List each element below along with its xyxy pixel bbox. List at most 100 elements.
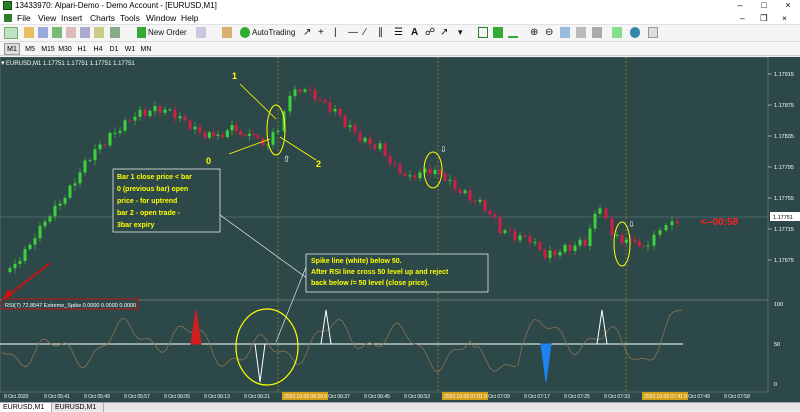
trendline-icon[interactable]: ∕	[364, 26, 366, 39]
timeframe-m15[interactable]: M15	[40, 43, 56, 55]
time-axis: 9 Oct 2020 9 Oct 05:41 9 Oct 05:49 9 Oct 05…	[4, 392, 750, 400]
time-tick-label: 2020.10.09 07:01	[444, 394, 483, 400]
candle-body	[458, 189, 462, 194]
new-chart-icon[interactable]	[4, 27, 18, 39]
candle-body	[323, 100, 327, 103]
profiles-icon[interactable]	[24, 27, 34, 38]
candle-body	[468, 190, 472, 201]
restore-icon[interactable]: –	[740, 13, 745, 23]
close-icon[interactable]: ×	[776, 0, 800, 12]
label-icon[interactable]: ☍	[425, 26, 435, 39]
chart-shift-icon[interactable]	[576, 27, 586, 38]
indicator-label: RSI(7) 72.8547 Extreme_Spike 0.0000 0.00…	[5, 303, 136, 309]
data-window-icon[interactable]	[52, 27, 62, 38]
close-chart-icon[interactable]: ×	[782, 13, 787, 23]
candlestick-icon[interactable]	[493, 27, 503, 38]
candle-body	[610, 218, 614, 235]
fibonacci-icon[interactable]: ☰	[394, 26, 403, 39]
timeframe-h1[interactable]: H1	[74, 43, 90, 55]
periods-icon[interactable]	[630, 27, 640, 38]
tile-windows-icon[interactable]	[560, 27, 570, 38]
candle-body	[353, 125, 357, 133]
new-order-button[interactable]: New Order	[148, 26, 187, 39]
templates-icon[interactable]	[648, 27, 658, 38]
candle-body	[138, 109, 142, 117]
text-icon[interactable]: A	[411, 26, 418, 39]
candle-body	[568, 244, 572, 251]
candle-body	[293, 89, 297, 96]
note1-line: price - for uptrend	[117, 198, 177, 205]
spike-mark	[540, 343, 552, 383]
arrows-icon[interactable]: ↗	[440, 26, 448, 39]
bar-chart-icon[interactable]	[478, 27, 488, 38]
menu-help[interactable]: Help	[181, 13, 198, 23]
timeframe-m30[interactable]: M30	[57, 43, 73, 55]
chart-window[interactable]: EURUSD,M1 1.17751 1.17751 1.17751 1.1775…	[0, 56, 800, 402]
terminal-icon[interactable]	[80, 27, 90, 38]
candle-body	[207, 132, 211, 138]
note1-line: Bar 1 close price < bar	[117, 174, 192, 181]
candle-body	[433, 170, 437, 174]
candle-body	[615, 234, 619, 236]
autotrading-icon[interactable]	[240, 27, 250, 38]
candle-body	[212, 132, 216, 136]
timeframe-m1[interactable]: M1	[4, 43, 20, 55]
candle-body	[548, 250, 552, 259]
candle-body	[483, 199, 487, 211]
candle-body	[48, 216, 52, 222]
minimize-icon[interactable]: –	[728, 0, 752, 12]
autoscroll-icon[interactable]	[592, 27, 602, 38]
options-icon[interactable]	[222, 27, 232, 38]
timeframe-m5[interactable]: M5	[22, 43, 38, 55]
menu-window[interactable]: Window	[146, 13, 176, 23]
timeframe-w1[interactable]: W1	[122, 43, 138, 55]
price-tick-label: 1.17675	[774, 258, 794, 264]
chart-canvas[interactable]: EURUSD,M1 1.17751 1.17751 1.17751 1.1775…	[0, 56, 800, 402]
menu-view[interactable]: View	[38, 13, 56, 23]
candle-body	[508, 230, 512, 232]
cursor-icon[interactable]: ↗	[303, 26, 311, 39]
zoom-out-icon[interactable]: ⊖	[545, 26, 553, 39]
candle-body	[598, 208, 602, 214]
market-watch-icon[interactable]	[38, 27, 48, 38]
timeframe-mn[interactable]: MN	[138, 43, 154, 55]
maximize-icon[interactable]: □	[752, 0, 776, 12]
navigator-icon[interactable]	[66, 27, 76, 38]
vertical-line-icon[interactable]: |	[334, 26, 337, 39]
indicators-icon[interactable]	[612, 27, 622, 38]
new-order-icon[interactable]	[137, 27, 146, 38]
strategy-tester-icon[interactable]	[94, 27, 104, 38]
menu-charts[interactable]: Charts	[90, 13, 115, 23]
candle-body	[463, 190, 467, 194]
candle-body	[443, 173, 447, 181]
autotrading-button[interactable]: AutoTrading	[252, 26, 295, 39]
time-tick-label: 2020.10.09 06:29	[284, 394, 323, 400]
candle-body	[624, 239, 628, 243]
candle-body	[230, 125, 234, 131]
community-icon[interactable]	[110, 27, 120, 38]
candle-body	[239, 131, 243, 135]
candle-body	[604, 208, 608, 219]
metaeditor-icon[interactable]	[196, 27, 206, 38]
zoom-in-icon[interactable]: ⊕	[530, 26, 538, 39]
timeframe-d1[interactable]: D1	[106, 43, 122, 55]
document-icon[interactable]	[4, 14, 12, 22]
timeframe-h4[interactable]: H4	[90, 43, 106, 55]
time-tick-label: 9 Oct 06:37	[324, 394, 350, 400]
collapse-icon[interactable]: ▾	[1, 60, 5, 67]
candle-body	[158, 106, 162, 113]
horizontal-line-icon[interactable]: —	[348, 26, 358, 39]
line-chart-icon[interactable]	[508, 27, 518, 38]
spike-mark	[190, 309, 202, 345]
dropdown-icon[interactable]: ▾	[458, 26, 463, 39]
candle-body	[642, 245, 646, 247]
menu-tools[interactable]: Tools	[120, 13, 140, 23]
menu-insert[interactable]: Insert	[61, 13, 82, 23]
candle-body	[203, 132, 207, 138]
candle-body	[276, 130, 280, 133]
channel-icon[interactable]: ∥	[378, 26, 383, 39]
crosshair-icon[interactable]: +	[318, 26, 324, 39]
time-tick-label: 9 Oct 06:53	[404, 394, 430, 400]
menu-file[interactable]: File	[17, 13, 31, 23]
restore-down-icon[interactable]: ❐	[760, 13, 768, 24]
